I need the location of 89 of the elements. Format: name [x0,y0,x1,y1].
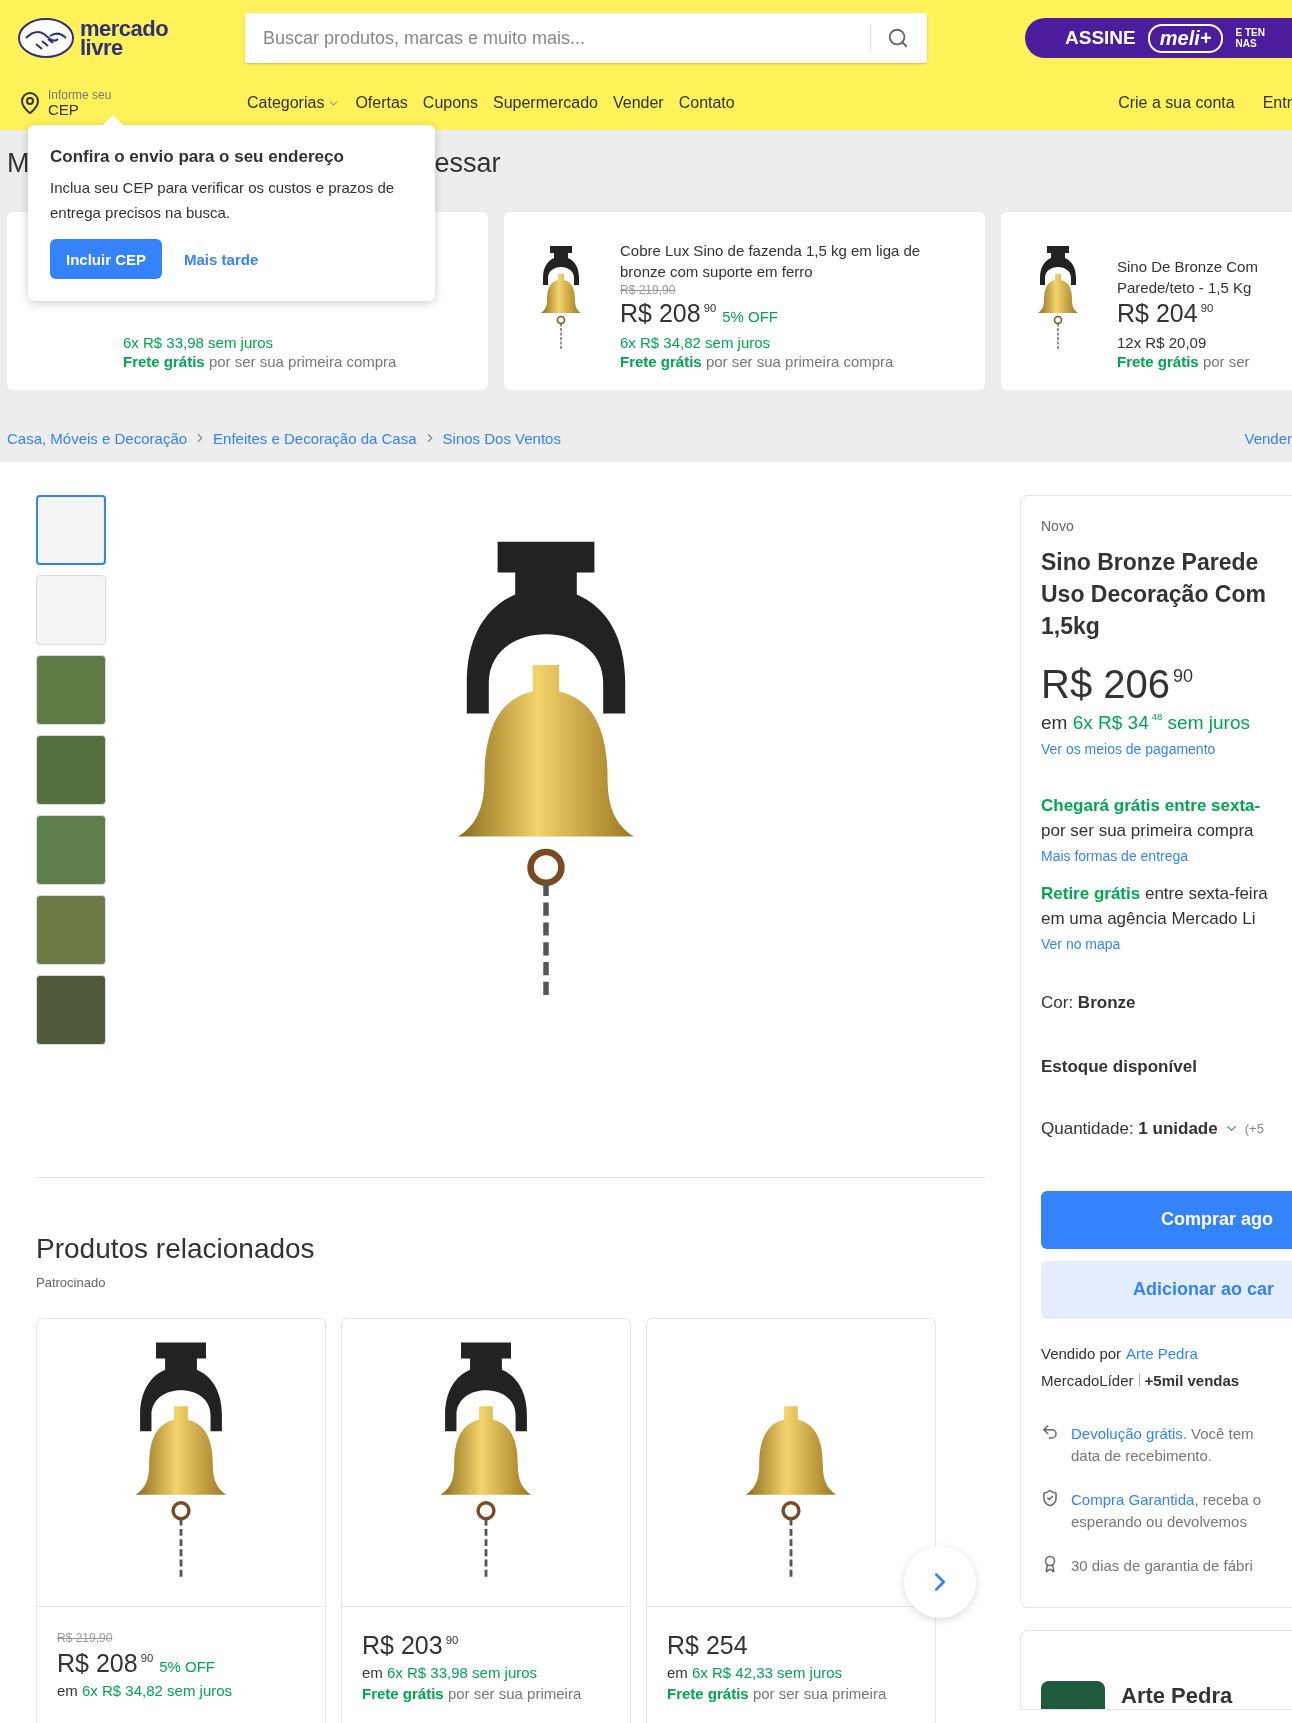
shipping-text: Frete grátis por ser [1117,353,1251,370]
stock-count: (+5 [1244,1121,1264,1137]
product-title: Sino Bronze Parede [1041,548,1260,577]
product-title: Sino De Bronze Com [1117,257,1258,276]
promo-brand: meli+ [1147,23,1224,53]
price: R$ 254 [667,1631,748,1660]
installment-text: em 6x R$ 34,82 sem juros [57,1682,234,1699]
stock-label: Estoque disponível [1041,1056,1198,1077]
installment-text: em 6x R$ 42,33 sem juros [667,1664,844,1681]
shipping-text: Frete grátis por ser sua primeira [362,1685,583,1702]
pickup-text: em uma agência Mercado Li [1041,908,1257,929]
logo-text: livre [80,38,123,57]
section-heading: Produtos relacionados [36,1233,316,1265]
old-price: R$ 219,90 [620,283,677,297]
shield-check-icon [1041,1488,1059,1507]
product-card[interactable]: Sino De Bronze Com Parede/teto - 1,5 Kg R$ 204$^{90}$ 12x R$ 20,09 Frete grátis por ser [1001,212,1292,390]
sponsored-label: Patrocinado [36,1275,107,1290]
product-title: Parede/teto - 1,5 Kg [1117,278,1253,297]
benefit-link[interactable]: Devolução grátis. [1071,1424,1187,1442]
search-field[interactable]: Buscar produtos, marcas e muito mais... [245,13,927,63]
variant-label: Cor: [1041,992,1074,1012]
shipping-text: Frete grátis por ser sua primeira compra [620,353,895,370]
shipping-text: por ser sua primeira compra [1041,820,1255,841]
seller-level-label: MercadoLíder [1041,1371,1134,1389]
location-pin-icon[interactable] [18,91,42,115]
discount-label: 5% OFF [722,308,778,325]
promo-note: NAS [1235,38,1258,49]
handshake-logo-icon [18,18,74,58]
installment-text: 6x R$ 33,98 sem juros [123,334,275,351]
installment-text: 6x R$ 34,82 sem juros [620,334,772,351]
location-link[interactable]: CEP [48,101,112,118]
product-card[interactable]: Cobre Lux Sino de fazenda 1,5 kg em liga de bronze com suporte em ferro R$ 219,90 R$ 208$^{90}$ 5% OFF 6x R$ 34,82 sem juros Frete grátis por ser sua primeira compra [504,212,985,390]
price: R$ 204$^{90}$ [1117,299,1214,328]
delivery-link[interactable]: Mais formas de entrega [1041,847,1189,864]
sales-count: +5mil vendas [1144,1371,1240,1389]
variant-value: Bronze [1077,992,1136,1012]
benefit-link[interactable]: Compra Garantida [1071,1490,1195,1508]
product-title: bronze com suporte em ferro [620,262,814,281]
map-link[interactable]: Ver no mapa [1041,935,1121,952]
account-link[interactable]: Crie a sua conta [1118,94,1235,112]
logo-text: mercado [80,19,169,38]
later-button[interactable]: Mais tarde [184,250,259,268]
nav-link[interactable]: Cupons [422,94,478,112]
seller-label: Vendido por [1041,1344,1122,1362]
product-title: Cobre Lux Sino de fazenda 1,5 kg em liga de [620,241,921,260]
price: R$ 208$^{90}$ [620,299,717,328]
product-card[interactable]: R$ 219,90 R$ 208$^{90}$ 5% OFF em 6x R$ 34,82 sem juros [36,1318,326,1723]
product-title: 1,5kg [1041,612,1101,641]
shipping-title: Chegará grátis entre sexta- [1041,795,1262,816]
section-heading: M [7,148,30,180]
shipping-text: Frete grátis por ser sua primeira [667,1685,888,1702]
location-hint: Informe seu [48,88,112,102]
nav-link[interactable]: Contato [678,94,735,112]
pickup-text: Retire grátis entre sexta-feira [1041,883,1269,904]
thumbnail-photo[interactable] [36,495,106,565]
include-cep-button[interactable]: Incluir CEP [50,239,163,279]
installment-text: em 6x R$ 34$^{48}$ sem juros [1041,711,1251,734]
return-arrow-icon [1041,1422,1059,1441]
condition-label: Novo [1041,518,1075,534]
account-link[interactable]: Entr [1262,94,1292,112]
section-heading: essar [434,148,501,180]
product-card[interactable]: R$ 203$^{90}$ em 6x R$ 33,98 sem juros Frete grátis por ser sua primeira [341,1318,631,1723]
promo-label: ASSINE [1065,27,1136,49]
subscription-banner[interactable]: ASSINE meli+ E TEN NAS [1025,18,1292,58]
buy-now-button[interactable]: Comprar ago [1041,1190,1292,1249]
benefit-text: Compra Garantida, receba o esperando ou devolvemos [1071,1489,1262,1532]
nav-link[interactable]: Categorias [247,94,341,112]
seller-logo-icon [1041,1680,1105,1709]
quantity-label: Quantidade: 1 unidade [1041,1118,1218,1139]
search-icon[interactable] [887,27,909,49]
old-price: R$ 219,90 [57,1631,114,1645]
nav-link[interactable]: Supermercado [493,94,598,112]
installment-text: 12x R$ 20,09 [1117,334,1208,351]
installment-text: em 6x R$ 33,98 sem juros [362,1664,539,1681]
product-title: Uso Decoração Com [1041,580,1267,609]
nav-link[interactable]: Vender [612,94,664,112]
benefit-text: Devolução grátis. Você tem data de recebimento. [1071,1423,1254,1466]
nav-link[interactable]: Ofertas [355,94,408,112]
shipping-text: Frete grátis por ser sua primeira compra [123,353,397,370]
promo-note: E TEN [1235,27,1265,38]
seller-name: Arte Pedra [1121,1682,1233,1709]
benefit-text: 30 dias de garantia de fábri [1071,1555,1253,1576]
price: R$ 206$^{90}$ [1041,662,1194,707]
price: R$ 208$^{90}$ [57,1649,154,1678]
popover-title: Confira o envio para o seu endereço [50,147,345,167]
price: R$ 203$^{90}$ [362,1631,459,1660]
discount-label: 5% OFF [159,1658,215,1675]
payment-link[interactable]: Ver os meios de pagamento [1041,740,1216,757]
seller-link[interactable]: Arte Pedra [1126,1344,1198,1362]
